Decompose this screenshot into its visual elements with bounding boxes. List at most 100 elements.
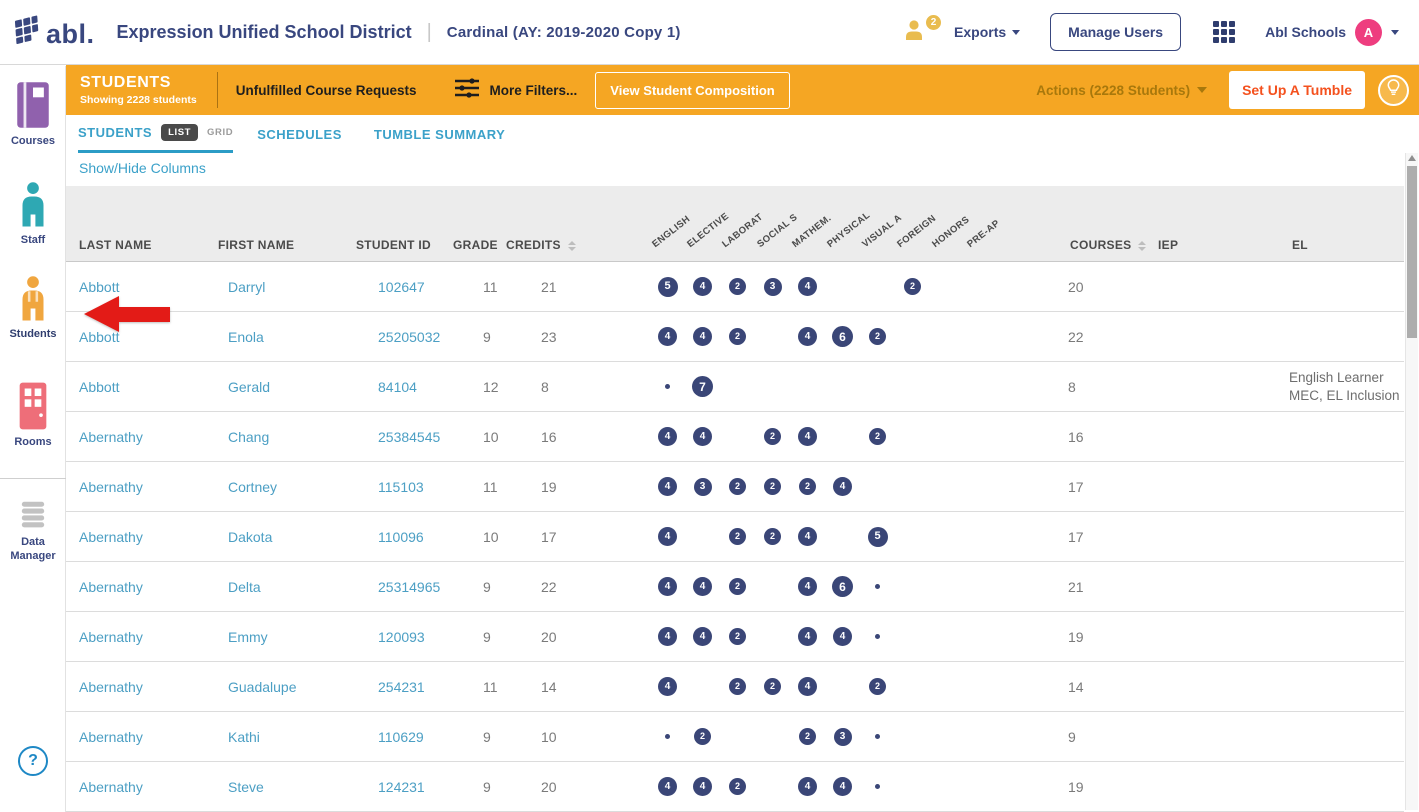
student-last-name-link[interactable]: Abernathy: [79, 579, 218, 595]
student-last-name-link[interactable]: Abbott: [79, 379, 218, 395]
pending-users-indicator[interactable]: 2: [904, 19, 928, 46]
sidebar-item-data-manager[interactable]: Data Manager: [0, 498, 66, 564]
student-first-name-link[interactable]: Gerald: [218, 379, 356, 395]
course-count-badge: 2: [729, 578, 746, 595]
table-row: AbernathyKathi1106299102239: [66, 712, 1404, 762]
subject-column-header[interactable]: PHYSICAL: [825, 186, 860, 252]
student-last-name-link[interactable]: Abernathy: [79, 529, 218, 545]
help-button[interactable]: ?: [18, 746, 48, 776]
subject-column-header[interactable]: PRE-AP: [965, 186, 1000, 252]
view-student-composition-button[interactable]: View Student Composition: [595, 72, 789, 109]
filter-sliders-icon: [454, 77, 480, 104]
student-first-name-link[interactable]: Dakota: [218, 529, 356, 545]
student-last-name-link[interactable]: Abernathy: [79, 479, 218, 495]
table-row: AbbottEnola2520503292344246222: [66, 312, 1404, 362]
course-count-badge: 3: [834, 728, 852, 746]
column-header-student-id[interactable]: STUDENT ID: [356, 238, 453, 252]
student-last-name-link[interactable]: Abbott: [79, 279, 218, 295]
student-last-name-link[interactable]: Abernathy: [79, 729, 218, 745]
column-header-courses[interactable]: COURSES: [1000, 238, 1145, 252]
list-view-toggle[interactable]: LIST: [161, 124, 198, 141]
tips-button[interactable]: [1378, 75, 1409, 106]
student-grade: 9: [453, 629, 506, 645]
student-id-link[interactable]: 84104: [356, 379, 453, 395]
brand-area: abl. Expression Unified School District …: [12, 15, 681, 50]
show-hide-columns-link[interactable]: Show/Hide Columns: [79, 160, 206, 176]
subject-column-header[interactable]: HONORS: [930, 186, 965, 252]
student-first-name-link[interactable]: Kathi: [218, 729, 356, 745]
student-first-name-link[interactable]: Steve: [218, 779, 356, 795]
student-id-link[interactable]: 110096: [356, 529, 453, 545]
course-count-badge: 2: [729, 328, 746, 345]
unfulfilled-course-requests-link[interactable]: Unfulfilled Course Requests: [236, 83, 417, 98]
student-first-name-link[interactable]: Darryl: [218, 279, 356, 295]
more-filters-control[interactable]: More Filters...: [454, 77, 577, 104]
student-id-link[interactable]: 25384545: [356, 429, 453, 445]
subject-column-header[interactable]: MATHEM.: [790, 186, 825, 252]
grid-view-toggle[interactable]: GRID: [207, 127, 233, 138]
course-count-badge: 2: [869, 428, 886, 445]
toolbar-title: STUDENTS: [80, 74, 197, 92]
student-first-name-link[interactable]: Guadalupe: [218, 679, 356, 695]
exports-dropdown[interactable]: Exports: [954, 24, 1020, 40]
subject-column-header[interactable]: ELECTIVE: [685, 186, 720, 252]
sidebar-item-staff[interactable]: Staff: [0, 178, 66, 247]
student-last-name-link[interactable]: Abernathy: [79, 629, 218, 645]
student-last-name-link[interactable]: Abernathy: [79, 679, 218, 695]
course-count-badge: 4: [658, 327, 677, 346]
tab-schedules[interactable]: SCHEDULES: [257, 115, 342, 153]
column-header-grade[interactable]: GRADE: [453, 238, 506, 252]
vertical-scrollbar[interactable]: [1405, 150, 1418, 810]
subject-column-header[interactable]: SOCIAL S: [755, 186, 790, 252]
student-id-link[interactable]: 254231: [356, 679, 453, 695]
subject-badges: 7: [650, 362, 1000, 411]
subject-column-header[interactable]: FOREIGN: [895, 186, 930, 252]
student-id-link[interactable]: 25205032: [356, 329, 453, 345]
red-arrow-head: [84, 296, 119, 332]
sidebar-item-students[interactable]: Students: [0, 272, 66, 341]
subject-column-header[interactable]: LABORAT: [720, 186, 755, 252]
column-header-credits[interactable]: CREDITS: [506, 238, 566, 252]
account-menu[interactable]: Abl Schools A: [1265, 19, 1399, 46]
course-count-badge: 4: [798, 327, 817, 346]
tab-students[interactable]: STUDENTS LIST GRID: [78, 115, 233, 153]
student-id-link[interactable]: 25314965: [356, 579, 453, 595]
tab-tumble-summary[interactable]: TUMBLE SUMMARY: [374, 115, 505, 153]
sidebar-item-courses[interactable]: Courses: [0, 79, 66, 148]
manage-users-button[interactable]: Manage Users: [1050, 13, 1181, 51]
apps-grid-icon[interactable]: [1213, 21, 1235, 43]
course-count-badge: 2: [729, 628, 746, 645]
school-year-label[interactable]: Cardinal (AY: 2019-2020 Copy 1): [447, 24, 681, 41]
student-last-name-link[interactable]: Abernathy: [79, 429, 218, 445]
column-header-first-name[interactable]: FIRST NAME: [218, 238, 356, 252]
student-id-link[interactable]: 110629: [356, 729, 453, 745]
student-first-name-link[interactable]: Chang: [218, 429, 356, 445]
student-id-link[interactable]: 124231: [356, 779, 453, 795]
student-last-name-link[interactable]: Abernathy: [79, 779, 218, 795]
sidebar-label: Data Manager: [0, 535, 66, 564]
subject-column-header[interactable]: VISUAL A: [860, 186, 895, 252]
subject-column-header[interactable]: ENGLISH: [650, 186, 685, 252]
student-grade: 9: [453, 329, 506, 345]
course-count-badge: 4: [798, 627, 817, 646]
column-header-iep[interactable]: IEP: [1145, 238, 1275, 252]
sidebar-item-rooms[interactable]: Rooms: [0, 380, 66, 449]
column-header-el[interactable]: EL: [1275, 238, 1404, 252]
student-courses-count: 8: [1000, 379, 1145, 395]
student-courses-count: 17: [1000, 529, 1145, 545]
student-first-name-link[interactable]: Cortney: [218, 479, 356, 495]
student-first-name-link[interactable]: Emmy: [218, 629, 356, 645]
abl-logo[interactable]: abl.: [12, 15, 95, 50]
column-header-last-name[interactable]: LAST NAME: [79, 238, 218, 252]
actions-dropdown[interactable]: Actions (2228 Students): [1036, 83, 1207, 98]
student-id-link[interactable]: 120093: [356, 629, 453, 645]
student-first-name-link[interactable]: Delta: [218, 579, 356, 595]
student-first-name-link[interactable]: Enola: [218, 329, 356, 345]
sort-arrows-icon[interactable]: [568, 241, 576, 251]
student-id-link[interactable]: 102647: [356, 279, 453, 295]
student-id-link[interactable]: 115103: [356, 479, 453, 495]
set-up-tumble-button[interactable]: Set Up A Tumble: [1229, 71, 1365, 109]
scrollbar-thumb[interactable]: [1407, 166, 1417, 338]
scroll-up-arrow-icon[interactable]: [1408, 155, 1416, 161]
student-el: English Learner MEC, EL Inclusion: [1275, 369, 1404, 404]
